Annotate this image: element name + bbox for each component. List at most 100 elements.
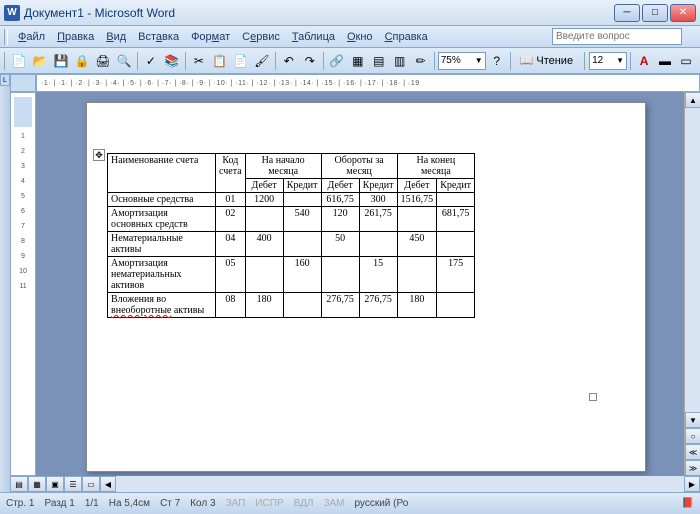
table-row[interactable]: Амортизация нематериальных активов051601… [108, 257, 475, 293]
scroll-down-button[interactable]: ▼ [685, 412, 700, 428]
status-at: На 5,4см [109, 498, 150, 509]
outline-view-icon[interactable]: L [0, 74, 10, 86]
help-search-input[interactable] [552, 28, 682, 45]
header-name: Наименование счета [108, 154, 216, 193]
horizontal-ruler[interactable]: ·1· | ·1· | ·2· | ·3· | ·4· | ·5· | ·6· … [36, 74, 700, 92]
preview-button[interactable]: 🔍 [114, 51, 134, 71]
status-col: Кол 3 [190, 498, 215, 509]
page: ✥ Наименование счета Код счета На начало… [86, 102, 646, 472]
status-bar: Стр. 1 Разд 1 1/1 На 5,4см Ст 7 Кол 3 ЗА… [0, 492, 700, 514]
menu-file[interactable]: Файл [12, 29, 51, 45]
status-ext[interactable]: ВДЛ [294, 498, 314, 509]
toolbar-grip[interactable] [4, 52, 8, 70]
menu-table[interactable]: Таблица [286, 29, 341, 45]
table-header-row: Наименование счета Код счета На начало м… [108, 154, 475, 179]
menu-view[interactable]: Вид [100, 29, 132, 45]
help-button[interactable]: ? [487, 51, 507, 71]
title-bar: W Документ1 - Microsoft Word ─ □ ✕ [0, 0, 700, 26]
left-panel: L [0, 74, 10, 492]
highlight-button[interactable]: ▬ [655, 51, 675, 71]
reading-view-button[interactable]: ▭ [82, 476, 100, 492]
status-ovr[interactable]: ЗАМ [323, 498, 344, 509]
browse-object-button[interactable]: ○ [685, 428, 700, 444]
open-button[interactable]: 📂 [30, 51, 50, 71]
vertical-ruler[interactable]: 1234567891011 [10, 92, 36, 476]
table-row[interactable]: Основные средства011200616,753001516,75 [108, 193, 475, 207]
table-row[interactable]: Амортизация основных средств02540120261,… [108, 207, 475, 232]
columns-button[interactable]: ▥ [390, 51, 410, 71]
chevron-down-icon: ▼ [475, 56, 483, 65]
undo-button[interactable]: ↶ [279, 51, 299, 71]
document-table[interactable]: Наименование счета Код счета На начало м… [107, 153, 475, 318]
workspace: L ·1· | ·1· | ·2· | ·3· | ·4· | ·5· | ·6… [0, 74, 700, 492]
font-size-combo[interactable]: 12▼ [589, 52, 627, 70]
menu-format[interactable]: Формат [185, 29, 236, 45]
ruler-corner [10, 74, 36, 92]
cut-button[interactable]: ✂ [189, 51, 209, 71]
table-resize-handle[interactable] [589, 393, 597, 401]
table-row[interactable]: Вложения во внеоборотные активы08180276,… [108, 293, 475, 318]
redo-button[interactable]: ↷ [300, 51, 320, 71]
table-button[interactable]: ▦ [348, 51, 368, 71]
maximize-button[interactable]: □ [642, 4, 668, 22]
status-lang[interactable]: русский (Ро [354, 498, 408, 509]
scroll-track[interactable] [685, 108, 700, 412]
scroll-left-button[interactable]: ◀ [100, 476, 116, 492]
close-button[interactable]: ✕ [670, 4, 696, 22]
border-button[interactable]: ▭ [676, 51, 696, 71]
format-painter-button[interactable]: 🖌 [252, 51, 272, 71]
minimize-button[interactable]: ─ [614, 4, 640, 22]
status-trk[interactable]: ИСПР [255, 498, 283, 509]
save-button[interactable]: 💾 [51, 51, 71, 71]
standard-toolbar: 📄 📂 💾 🔒 🖨 🔍 ✓ 📚 ✂ 📋 📄 🖌 ↶ ↷ 🔗 ▦ ▤ ▥ ✏ 75… [0, 48, 700, 74]
header-start: На начало месяца [245, 154, 321, 179]
document-area[interactable]: ✥ Наименование счета Код счета На начало… [36, 92, 684, 476]
copy-button[interactable]: 📋 [210, 51, 230, 71]
app-icon: W [4, 5, 20, 21]
outline-view-button[interactable]: ☰ [64, 476, 82, 492]
next-page-button[interactable]: ≫ [685, 460, 700, 476]
menu-edit[interactable]: Правка [51, 29, 100, 45]
reading-mode-button[interactable]: 📖 Чтение [514, 51, 579, 71]
chevron-down-icon: ▼ [616, 56, 624, 65]
menu-service[interactable]: Сервис [236, 29, 286, 45]
toolbar-grip[interactable] [584, 52, 588, 70]
spellcheck-button[interactable]: ✓ [141, 51, 161, 71]
paste-button[interactable]: 📄 [231, 51, 251, 71]
hyperlink-button[interactable]: 🔗 [327, 51, 347, 71]
web-view-button[interactable]: ▦ [28, 476, 46, 492]
font-color-button[interactable]: A [634, 51, 654, 71]
print-view-button[interactable]: ▣ [46, 476, 64, 492]
normal-view-button[interactable]: ▤ [10, 476, 28, 492]
excel-button[interactable]: ▤ [369, 51, 389, 71]
scroll-right-button[interactable]: ▶ [684, 476, 700, 492]
horizontal-scrollbar[interactable]: ◀ ▶ [100, 476, 700, 492]
research-button[interactable]: 📚 [162, 51, 182, 71]
prev-page-button[interactable]: ≪ [685, 444, 700, 460]
vertical-scrollbar[interactable]: ▲ ▼ ○ ≪ ≫ [684, 92, 700, 476]
zoom-combo[interactable]: 75%▼ [438, 52, 486, 70]
table-row[interactable]: Нематериальные активы0440050450 [108, 232, 475, 257]
scroll-up-button[interactable]: ▲ [685, 92, 700, 108]
menu-help[interactable]: Справка [379, 29, 434, 45]
status-pages: 1/1 [85, 498, 99, 509]
new-doc-button[interactable]: 📄 [9, 51, 29, 71]
header-turnover: Обороты за месяц [321, 154, 397, 179]
header-end: На конец месяца [397, 154, 475, 179]
drawing-button[interactable]: ✏ [411, 51, 431, 71]
spelling-status-icon[interactable]: 📕 [682, 498, 694, 509]
menu-bar: Файл Правка Вид Вставка Формат Сервис Та… [0, 26, 700, 48]
status-section: Разд 1 [44, 498, 74, 509]
view-switchers: ▤ ▦ ▣ ☰ ▭ [10, 476, 100, 492]
permission-button[interactable]: 🔒 [72, 51, 92, 71]
table-move-handle[interactable]: ✥ [93, 149, 105, 161]
window-title: Документ1 - Microsoft Word [24, 6, 614, 20]
status-line: Ст 7 [160, 498, 180, 509]
menu-window[interactable]: Окно [341, 29, 379, 45]
toolbar-grip[interactable] [4, 29, 8, 45]
status-rec[interactable]: ЗАП [226, 498, 246, 509]
header-code: Код счета [216, 154, 246, 193]
scroll-track[interactable] [116, 476, 684, 492]
menu-insert[interactable]: Вставка [132, 29, 185, 45]
print-button[interactable]: 🖨 [93, 51, 113, 71]
